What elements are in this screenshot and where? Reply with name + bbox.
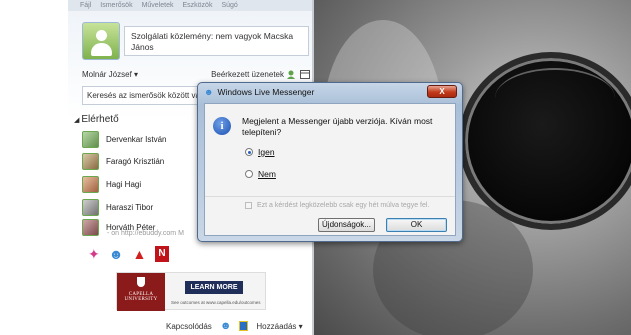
info-icon: i [213,117,231,135]
book-icon[interactable] [239,321,249,331]
people-add-icon[interactable]: ☻ [220,320,232,332]
group-label: Elérhető [81,114,119,125]
ad-fine-print: See outcomes at www.capella.edu/outcomes [171,300,261,305]
contact-name: Hagi Hagi [106,179,142,189]
profile-area: Szolgálati közlemény: nem vagyok Macska … [82,22,309,60]
radio-dot[interactable] [245,170,253,178]
menu-actions[interactable]: Műveletek [142,0,174,11]
capella-logo: CAPELLA UNIVERSITY [117,273,165,311]
layout-icon[interactable] [300,70,310,79]
close-button[interactable]: X [427,85,457,98]
contact-picture [82,130,99,148]
contact-picture [82,152,99,170]
shield-icon [137,277,145,287]
red-hot-icon[interactable]: ▲ [132,246,146,262]
menu-file[interactable]: Fájl [80,0,91,11]
dialog-title-bar: ☻ Windows Live Messenger [204,87,314,97]
dialog-message: Megjelent a Messenger újabb verziója. Kí… [242,116,433,137]
connect-link[interactable]: Kapcsolódás [166,322,212,331]
sunglass-lens-right [459,52,631,230]
avatar[interactable] [82,22,120,60]
update-dialog: ☻ Windows Live Messenger X i Megjelent a… [197,82,463,242]
contact-picture [82,218,99,236]
dialog-title: Windows Live Messenger [217,87,315,97]
lens-reflection [495,68,615,128]
menu-tools[interactable]: Eszközök [182,0,212,11]
contact-item[interactable]: Hagi Hagi [82,175,202,193]
learn-more-button[interactable]: LEARN MORE [185,281,243,294]
dialog-body: i Megjelent a Messenger újabb verziója. … [204,103,456,236]
messenger-icon: ☻ [204,87,214,97]
menu-bar: Fájl Ismerősök Műveletek Eszközök Súgó [68,0,312,11]
contact-name: Haraszi Tibor [106,202,154,212]
group-header-available[interactable]: ◢ Elérhető [74,114,119,125]
contact-item[interactable]: Haraszi Tibor [82,198,202,216]
collapse-triangle-icon: ◢ [74,117,80,124]
divider [205,196,455,197]
advertisement-banner[interactable]: CAPELLA UNIVERSITY LEARN MORE See outcom… [116,272,266,311]
radio-no-label: Nem [258,169,276,179]
radio-dot-selected[interactable] [245,148,253,156]
personal-message-field[interactable]: Szolgálati közlemény: nem vagyok Macska … [124,26,309,56]
radio-yes[interactable]: Igen [245,147,275,157]
ad-logo-text: CAPELLA UNIVERSITY [124,292,158,302]
checkbox-label: Ezt a kérdést legközelebb csak egy hét m… [257,202,430,209]
contact-options-icon[interactable] [287,70,297,79]
radio-yes-label: Igen [258,147,275,157]
contact-name: Dervenkar István [106,134,167,144]
windows-live-icon[interactable]: ✦ [88,246,100,262]
contact-picture [82,198,99,216]
user-name-dropdown[interactable]: Molnár József ▾ [82,70,138,79]
add-contact-dropdown[interactable]: Hozzáadás ▾ [256,322,302,331]
contact-picture [82,175,99,193]
menu-contacts[interactable]: Ismerősök [100,0,132,11]
people-icon[interactable]: ☻ [109,246,124,262]
user-row: Molnár József ▾ Beérkezett üzenetek [82,70,310,79]
radio-no[interactable]: Nem [245,169,276,179]
checkbox-box [245,202,252,209]
contact-name: Faragó Krisztián [106,156,165,166]
avatar-body-icon [91,43,112,56]
contact-item[interactable]: Faragó Krisztián [82,152,202,170]
contact-item[interactable]: Dervenkar István [82,130,202,148]
avatar-head-icon [96,30,107,41]
whats-new-button[interactable]: Újdonságok... [318,218,375,232]
inbox-label: Beérkezett üzenetek [211,70,284,79]
remind-later-checkbox: Ezt a kérdést legközelebb csak egy hét m… [245,202,429,209]
app-shortcuts: ✦ ☻ ▲ N [88,246,169,262]
bottom-bar: Kapcsolódás ☻ Hozzáadás ▾ [166,320,303,332]
menu-help[interactable]: Súgó [221,0,237,11]
ok-button[interactable]: OK [386,218,447,232]
netflix-icon[interactable]: N [155,246,169,262]
inbox-link[interactable]: Beérkezett üzenetek [211,70,310,79]
contact-status-text: - on http://ebuddy.com M [107,230,184,237]
